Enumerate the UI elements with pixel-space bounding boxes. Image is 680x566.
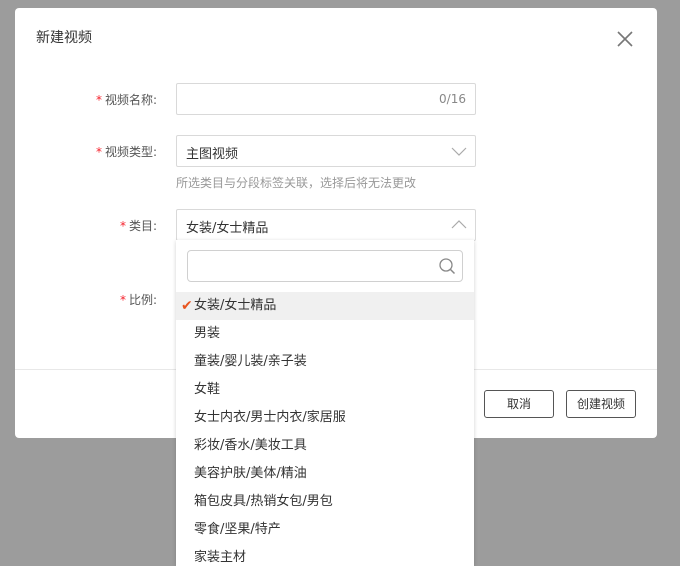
cancel-button[interactable]: 取消 [484, 390, 554, 418]
category-option[interactable]: 女士内衣/男士内衣/家居服 [176, 404, 474, 432]
ratio-label-text: 比例: [128, 293, 157, 307]
ratio-label: * 比例: [75, 291, 157, 308]
category-option[interactable]: 女鞋 [176, 376, 474, 404]
category-label-text: 类目: [128, 219, 157, 233]
category-option-label: 彩妆/香水/美妆工具 [194, 438, 307, 453]
category-option[interactable]: 家装主材 [176, 544, 474, 566]
category-option-label: 箱包皮具/热销女包/男包 [194, 494, 333, 509]
required-mark: * [119, 219, 126, 233]
category-option-label: 女鞋 [194, 382, 221, 397]
category-search-box[interactable] [187, 250, 463, 282]
category-option-label: 家装主材 [194, 550, 247, 565]
category-option[interactable]: 童装/婴儿装/亲子装 [176, 348, 474, 376]
required-mark: * [119, 293, 126, 307]
video-type-label-text: 视频类型: [104, 145, 157, 159]
category-option-label: 男装 [194, 326, 221, 341]
video-type-select[interactable]: 主图视频 [176, 135, 476, 167]
char-counter: 0/16 [439, 92, 466, 106]
video-type-label: * 视频类型: [75, 143, 157, 160]
category-option[interactable]: 彩妆/香水/美妆工具 [176, 432, 474, 460]
required-mark: * [95, 145, 102, 159]
category-option[interactable]: ✔ 女装/女士精品 [176, 292, 474, 320]
required-mark: * [95, 93, 102, 107]
category-dropdown: ✔ 女装/女士精品 男装 童装/婴儿装/亲子装 女鞋 女士内衣/男士内衣/家居服 彩妆/香水… [176, 240, 474, 566]
video-type-hint: 所选类目与分段标签关联，选择后将无法更改 [176, 176, 417, 190]
chevron-down-icon [451, 147, 467, 156]
category-option-label: 女士内衣/男士内衣/家居服 [194, 410, 346, 425]
video-name-input[interactable]: 0/16 [176, 83, 476, 115]
video-name-label: * 视频名称: [75, 91, 157, 108]
category-option[interactable]: 美容护肤/美体/精油 [176, 460, 474, 488]
video-name-label-text: 视频名称: [104, 93, 157, 107]
category-value: 女装/女士精品 [186, 221, 269, 236]
create-video-button[interactable]: 创建视频 [566, 390, 636, 418]
category-option-list: ✔ 女装/女士精品 男装 童装/婴儿装/亲子装 女鞋 女士内衣/男士内衣/家居服 彩妆/香水… [176, 292, 474, 566]
category-select[interactable]: 女装/女士精品 [176, 209, 476, 241]
category-option[interactable]: 箱包皮具/热销女包/男包 [176, 488, 474, 516]
close-icon[interactable] [616, 30, 634, 48]
search-icon[interactable] [438, 257, 456, 275]
category-option[interactable]: 男装 [176, 320, 474, 348]
category-option-label: 美容护肤/美体/精油 [194, 466, 307, 481]
video-type-value: 主图视频 [186, 147, 239, 162]
category-search-input[interactable] [194, 255, 438, 279]
check-icon: ✔ [181, 298, 193, 314]
category-option-label: 零食/坚果/特产 [194, 522, 281, 537]
category-option[interactable]: 零食/坚果/特产 [176, 516, 474, 544]
dialog-title: 新建视频 [36, 30, 92, 46]
category-option-label: 童装/婴儿装/亲子装 [194, 354, 307, 369]
chevron-up-icon [451, 220, 467, 229]
category-option-label: 女装/女士精品 [194, 298, 277, 313]
category-label: * 类目: [75, 217, 157, 234]
